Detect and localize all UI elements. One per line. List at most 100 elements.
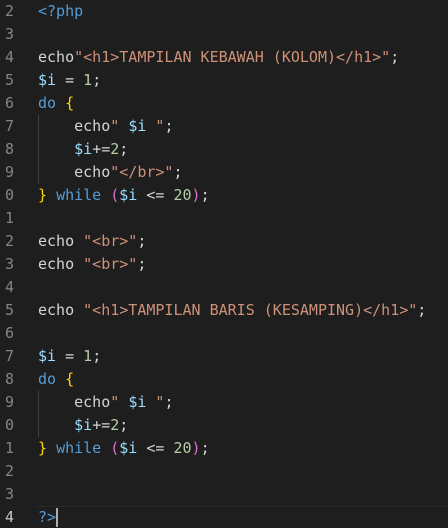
code-line[interactable]: } while ($i <= 20);: [38, 437, 448, 460]
code-token: ;: [200, 186, 210, 204]
code-token: $i: [38, 347, 57, 365]
line-number: 6: [4, 94, 14, 112]
code-token: $i: [38, 71, 57, 89]
code-token: $i: [119, 186, 138, 204]
line-number: 4: [4, 278, 14, 296]
line-number: 9: [4, 393, 14, 411]
code-token: ): [191, 186, 201, 204]
code-line[interactable]: [38, 207, 448, 230]
code-line[interactable]: <?php: [38, 0, 448, 23]
code-line[interactable]: do {: [38, 368, 448, 391]
code-token: ;: [417, 301, 427, 319]
code-line[interactable]: $i+=2;: [38, 414, 448, 437]
code-token: ": [146, 393, 165, 411]
code-line[interactable]: echo "<h1>TAMPILAN BARIS (KESAMPING)</h1…: [38, 299, 448, 322]
code-token: "<h1>TAMPILAN KEBAWAH (KOLOM)</h1>": [74, 48, 391, 66]
code-line[interactable]: $i = 1;: [38, 345, 448, 368]
code-line[interactable]: $i+=2;: [38, 138, 448, 161]
code-line[interactable]: [38, 322, 448, 345]
code-line[interactable]: ?>: [36, 506, 448, 528]
code-token: <?php: [38, 2, 84, 20]
line-number: 8: [4, 370, 14, 388]
line-number: 8: [4, 140, 14, 158]
line-number: 7: [4, 117, 14, 135]
code-token: +=: [92, 140, 111, 158]
code-editor[interactable]: 23456789012345678901234 <?php echo"<h1>TA…: [0, 0, 448, 528]
code-token: while: [56, 186, 102, 204]
line-number: 2: [4, 232, 14, 250]
code-token: echo: [38, 255, 84, 273]
code-line[interactable]: echo"<h1>TAMPILAN KEBAWAH (KOLOM)</h1>";: [38, 46, 448, 69]
line-number: 4: [4, 508, 14, 526]
line-number: 0: [4, 416, 14, 434]
code-token: do: [38, 94, 57, 112]
code-line[interactable]: $i = 1;: [38, 69, 448, 92]
code-line[interactable]: echo "<br>";: [38, 253, 448, 276]
code-token: $i: [128, 117, 147, 135]
line-number: 1: [4, 209, 14, 227]
code-line[interactable]: [38, 276, 448, 299]
line-number: 5: [4, 301, 14, 319]
code-token: 20: [173, 439, 192, 457]
line-number-gutter: 2 3 4 5 6 7 8 9 0 1 2 3 4 5 6 7 8 9 0 1 2 3 4: [0, 0, 22, 528]
code-token: $i: [128, 393, 147, 411]
code-token: echo: [38, 393, 111, 411]
code-token: "<br>": [83, 255, 138, 273]
code-token: ;: [92, 71, 102, 89]
line-number: 5: [4, 71, 14, 89]
code-token: 1: [83, 71, 93, 89]
code-token: ;: [390, 48, 400, 66]
code-token: =: [56, 347, 84, 365]
code-line[interactable]: [38, 483, 448, 506]
code-token: 20: [173, 186, 192, 204]
code-line[interactable]: [38, 460, 448, 483]
code-token: echo: [38, 117, 111, 135]
line-number: 3: [4, 485, 14, 503]
code-token: ;: [173, 163, 183, 181]
code-token: while: [56, 439, 102, 457]
code-token: (: [110, 439, 120, 457]
code-token: $i: [74, 416, 93, 434]
code-token: ): [191, 439, 201, 457]
code-token: ": [110, 393, 129, 411]
line-number: 0: [4, 186, 14, 204]
code-token: "<h1>TAMPILAN BARIS (KESAMPING)</h1>": [83, 301, 418, 319]
code-token: echo: [38, 48, 75, 66]
code-line[interactable]: } while ($i <= 20);: [38, 184, 448, 207]
code-token: ;: [119, 140, 129, 158]
code-token: ?>: [38, 508, 57, 526]
code-token: "</br>": [110, 163, 174, 181]
code-token: ;: [119, 416, 129, 434]
code-area[interactable]: <?php echo"<h1>TAMPILAN KEBAWAH (KOLOM)</…: [36, 0, 448, 528]
code-token: ;: [137, 232, 147, 250]
code-line[interactable]: echo" $i ";: [38, 115, 448, 138]
code-token: {: [65, 370, 75, 388]
code-token: ;: [92, 347, 102, 365]
code-token: "<br>": [83, 232, 138, 250]
line-number: 2: [4, 2, 14, 20]
code-token: ;: [164, 393, 174, 411]
code-token: }: [38, 186, 48, 204]
line-number: 3: [4, 25, 14, 43]
code-token: 1: [83, 347, 93, 365]
code-line[interactable]: echo"</br>";: [38, 161, 448, 184]
code-line[interactable]: [38, 23, 448, 46]
code-token: ;: [200, 439, 210, 457]
code-line[interactable]: echo "<br>";: [38, 230, 448, 253]
code-token: ": [146, 117, 165, 135]
code-token: <=: [137, 439, 174, 457]
code-token: {: [65, 94, 75, 112]
code-token: ;: [137, 255, 147, 273]
code-token: echo: [38, 232, 84, 250]
code-line[interactable]: echo" $i ";: [38, 391, 448, 414]
code-token: $i: [119, 439, 138, 457]
text-cursor: [56, 508, 59, 527]
line-number: 4: [4, 48, 14, 66]
code-token: }: [38, 439, 48, 457]
code-line[interactable]: do {: [38, 92, 448, 115]
code-token: =: [56, 71, 84, 89]
